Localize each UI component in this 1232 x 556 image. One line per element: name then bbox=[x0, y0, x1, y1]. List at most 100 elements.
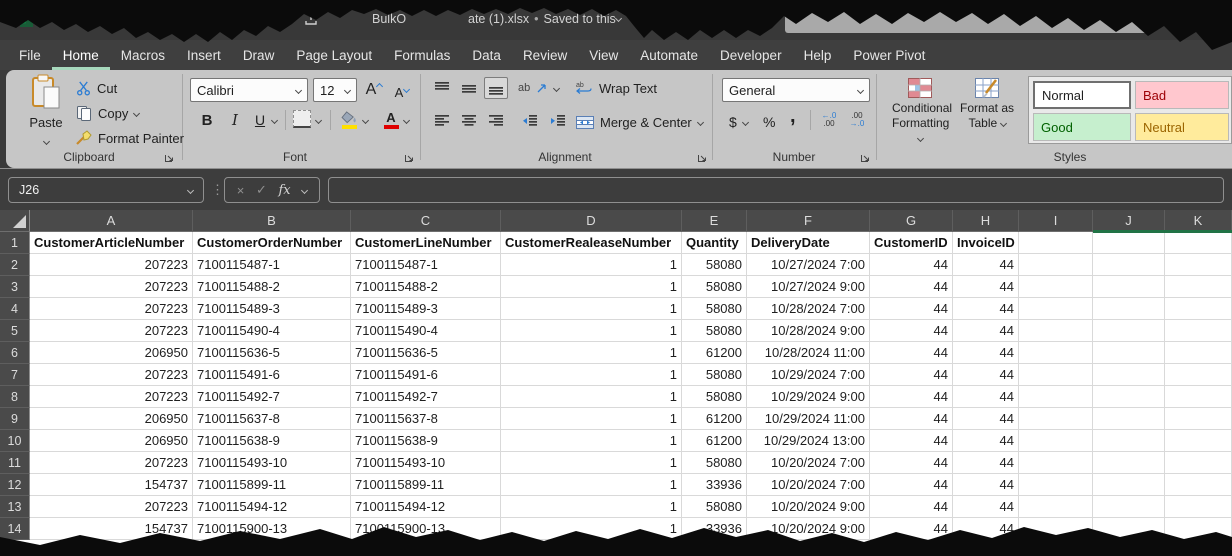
cell-C3[interactable]: 7100115488-2 bbox=[351, 276, 501, 298]
cell-I14[interactable] bbox=[1019, 518, 1093, 540]
cell-I8[interactable] bbox=[1019, 386, 1093, 408]
cell-E6[interactable]: 61200 bbox=[682, 342, 747, 364]
cell-A6[interactable]: 206950 bbox=[30, 342, 193, 364]
cell-B4[interactable]: 7100115489-3 bbox=[193, 298, 351, 320]
increase-indent-icon[interactable] bbox=[550, 114, 566, 128]
borders-icon[interactable] bbox=[293, 110, 311, 128]
cell-F11[interactable]: 10/20/2024 7:00 bbox=[747, 452, 870, 474]
font-size-select[interactable]: 12 bbox=[313, 78, 357, 102]
cell-D7[interactable]: 1 bbox=[501, 364, 682, 386]
menu-tab-home[interactable]: Home bbox=[52, 40, 110, 70]
cell-K5[interactable] bbox=[1165, 320, 1232, 342]
cell-I3[interactable] bbox=[1019, 276, 1093, 298]
cell-H7[interactable]: 44 bbox=[953, 364, 1019, 386]
cell-H10[interactable]: 44 bbox=[953, 430, 1019, 452]
accounting-format-button[interactable]: $ bbox=[729, 112, 748, 132]
cell-G2[interactable]: 44 bbox=[870, 254, 953, 276]
increase-decimal-button[interactable]: ←.0.00 bbox=[818, 110, 840, 130]
cell-H1[interactable]: InvoiceID bbox=[953, 232, 1019, 254]
cell-C11[interactable]: 7100115493-10 bbox=[351, 452, 501, 474]
cell-C7[interactable]: 7100115491-6 bbox=[351, 364, 501, 386]
cell-C4[interactable]: 7100115489-3 bbox=[351, 298, 501, 320]
cell-F13[interactable]: 10/20/2024 9:00 bbox=[747, 496, 870, 518]
cell-K12[interactable] bbox=[1165, 474, 1232, 496]
merge-center-button[interactable]: Merge & Center bbox=[576, 112, 703, 132]
cell-B11[interactable]: 7100115493-10 bbox=[193, 452, 351, 474]
cell-F1[interactable]: DeliveryDate bbox=[747, 232, 870, 254]
cell-A10[interactable]: 206950 bbox=[30, 430, 193, 452]
cell-D10[interactable]: 1 bbox=[501, 430, 682, 452]
cell-style-neutral[interactable]: Neutral bbox=[1135, 113, 1229, 141]
format-as-table-chevron-icon[interactable] bbox=[999, 120, 1006, 127]
cell-G5[interactable]: 44 bbox=[870, 320, 953, 342]
merge-center-chevron-icon[interactable] bbox=[697, 118, 704, 125]
menu-tab-help[interactable]: Help bbox=[793, 40, 843, 70]
cell-K8[interactable] bbox=[1165, 386, 1232, 408]
cell-D9[interactable]: 1 bbox=[501, 408, 682, 430]
cell-H4[interactable]: 44 bbox=[953, 298, 1019, 320]
cell-F5[interactable]: 10/28/2024 9:00 bbox=[747, 320, 870, 342]
paste-button[interactable]: Paste bbox=[20, 74, 72, 148]
cell-G13[interactable]: 44 bbox=[870, 496, 953, 518]
cell-style-good[interactable]: Good bbox=[1033, 113, 1131, 141]
cell-style-normal[interactable]: Normal bbox=[1033, 81, 1131, 109]
bold-button[interactable]: B bbox=[196, 108, 218, 132]
format-painter-button[interactable]: Format Painter bbox=[76, 128, 184, 148]
cell-C13[interactable]: 7100115494-12 bbox=[351, 496, 501, 518]
currency-chevron-icon[interactable] bbox=[742, 118, 749, 125]
cell-K2[interactable] bbox=[1165, 254, 1232, 276]
insert-function-icon[interactable]: fx bbox=[278, 183, 290, 198]
row-header-12[interactable]: 12 bbox=[0, 474, 30, 496]
fill-color-button[interactable] bbox=[339, 108, 359, 132]
cell-C12[interactable]: 7100115899-11 bbox=[351, 474, 501, 496]
cell-A14[interactable]: 154737 bbox=[30, 518, 193, 540]
cell-H9[interactable]: 44 bbox=[953, 408, 1019, 430]
cell-style-bad[interactable]: Bad bbox=[1135, 81, 1229, 109]
cell-J4[interactable] bbox=[1093, 298, 1165, 320]
cell-F9[interactable]: 10/29/2024 11:00 bbox=[747, 408, 870, 430]
name-box-chevron-icon[interactable] bbox=[187, 186, 194, 193]
cell-A4[interactable]: 207223 bbox=[30, 298, 193, 320]
font-family-select[interactable]: Calibri bbox=[190, 78, 308, 102]
row-header-13[interactable]: 13 bbox=[0, 496, 30, 518]
formula-bar-grip[interactable]: ⋮ bbox=[211, 177, 224, 203]
menu-tab-view[interactable]: View bbox=[578, 40, 629, 70]
cell-E14[interactable]: 33936 bbox=[682, 518, 747, 540]
cell-E8[interactable]: 58080 bbox=[682, 386, 747, 408]
cell-E10[interactable]: 61200 bbox=[682, 430, 747, 452]
cell-A1[interactable]: CustomerArticleNumber bbox=[30, 232, 193, 254]
cell-K13[interactable] bbox=[1165, 496, 1232, 518]
column-header-E[interactable]: E bbox=[682, 210, 747, 232]
font-family-chevron-icon[interactable] bbox=[295, 86, 302, 93]
cell-B14[interactable]: 7100115900-13 bbox=[193, 518, 351, 540]
cell-H2[interactable]: 44 bbox=[953, 254, 1019, 276]
cell-G7[interactable]: 44 bbox=[870, 364, 953, 386]
menu-tab-page-layout[interactable]: Page Layout bbox=[285, 40, 383, 70]
row-header-11[interactable]: 11 bbox=[0, 452, 30, 474]
cell-K14[interactable] bbox=[1165, 518, 1232, 540]
cell-B3[interactable]: 7100115488-2 bbox=[193, 276, 351, 298]
row-header-4[interactable]: 4 bbox=[0, 298, 30, 320]
cell-E5[interactable]: 58080 bbox=[682, 320, 747, 342]
column-header-D[interactable]: D bbox=[501, 210, 682, 232]
orientation-chevron-icon[interactable] bbox=[553, 84, 560, 91]
cell-B8[interactable]: 7100115492-7 bbox=[193, 386, 351, 408]
cut-button[interactable]: Cut bbox=[76, 78, 117, 98]
cell-H11[interactable]: 44 bbox=[953, 452, 1019, 474]
cell-E7[interactable]: 58080 bbox=[682, 364, 747, 386]
cell-F8[interactable]: 10/29/2024 9:00 bbox=[747, 386, 870, 408]
cell-B2[interactable]: 7100115487-1 bbox=[193, 254, 351, 276]
cell-I7[interactable] bbox=[1019, 364, 1093, 386]
cell-J11[interactable] bbox=[1093, 452, 1165, 474]
cell-D8[interactable]: 1 bbox=[501, 386, 682, 408]
number-format-chevron-icon[interactable] bbox=[857, 86, 864, 93]
cell-A5[interactable]: 207223 bbox=[30, 320, 193, 342]
formula-input[interactable] bbox=[328, 177, 1224, 203]
cell-J14[interactable] bbox=[1093, 518, 1165, 540]
cell-K3[interactable] bbox=[1165, 276, 1232, 298]
italic-button[interactable]: I bbox=[224, 108, 246, 132]
cell-G12[interactable]: 44 bbox=[870, 474, 953, 496]
cell-A12[interactable]: 154737 bbox=[30, 474, 193, 496]
cell-D5[interactable]: 1 bbox=[501, 320, 682, 342]
cell-D14[interactable]: 1 bbox=[501, 518, 682, 540]
